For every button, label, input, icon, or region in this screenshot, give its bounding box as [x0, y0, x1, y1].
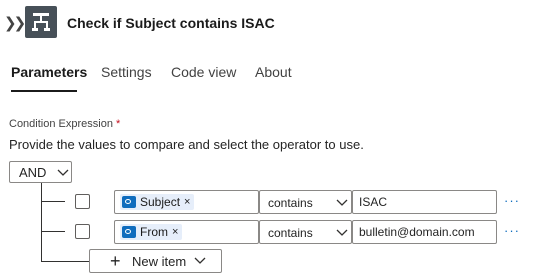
operator-value: contains	[268, 196, 313, 210]
operand-value: ISAC	[359, 195, 388, 209]
row-left-operand[interactable]: Subject ×	[114, 190, 259, 214]
new-item-button[interactable]: + New item	[89, 249, 222, 273]
row-right-operand[interactable]: ISAC	[352, 190, 497, 214]
row-left-operand[interactable]: From ×	[114, 220, 259, 244]
row-right-operand[interactable]: bulletin@domain.com	[352, 220, 497, 244]
tree-branch-line	[41, 261, 89, 262]
tree-branch-line	[41, 201, 65, 202]
ellipsis-icon[interactable]: ···	[504, 193, 520, 208]
dynamic-content-token: From ×	[120, 224, 183, 240]
condition-description: Provide the values to compare and select…	[9, 137, 364, 152]
condition-label-text: Condition Expression	[9, 118, 113, 130]
group-operator-value: AND	[19, 165, 47, 180]
close-icon[interactable]: ×	[184, 196, 190, 208]
tree-branch-line	[41, 231, 65, 232]
operator-dropdown[interactable]: contains	[259, 220, 352, 244]
condition-expression-label: Condition Expression *	[9, 118, 120, 130]
tab-code-view[interactable]: Code view	[171, 64, 236, 80]
token-label: Subject	[140, 195, 181, 209]
chevron-down-icon	[56, 165, 70, 182]
action-title: Check if Subject contains ISAC	[67, 15, 275, 31]
condition-action-icon	[25, 6, 57, 38]
close-icon[interactable]: ×	[172, 226, 178, 238]
tab-about[interactable]: About	[255, 64, 292, 80]
tab-parameters[interactable]: Parameters	[11, 64, 87, 80]
outlook-icon	[122, 196, 136, 208]
collapse-panel-icon[interactable]: ❯❯	[4, 14, 26, 32]
chevron-down-icon	[335, 225, 349, 242]
operand-value: bulletin@domain.com	[359, 225, 475, 239]
new-item-label: New item	[132, 254, 187, 269]
token-label: From	[140, 225, 168, 239]
tab-settings[interactable]: Settings	[101, 64, 152, 80]
chevron-down-icon	[193, 253, 207, 270]
row-checkbox[interactable]	[75, 224, 90, 239]
operator-dropdown[interactable]: contains	[259, 190, 352, 214]
group-operator-dropdown[interactable]: AND	[9, 161, 72, 183]
dynamic-content-token: Subject ×	[120, 194, 195, 210]
operator-value: contains	[268, 226, 313, 240]
outlook-icon	[122, 226, 136, 238]
ellipsis-icon[interactable]: ···	[504, 223, 520, 238]
row-checkbox[interactable]	[75, 194, 90, 209]
active-tab-indicator	[11, 90, 77, 92]
tree-connector-line	[41, 183, 42, 261]
plus-icon: +	[110, 251, 121, 271]
required-mark: *	[116, 118, 121, 130]
chevron-down-icon	[335, 195, 349, 212]
